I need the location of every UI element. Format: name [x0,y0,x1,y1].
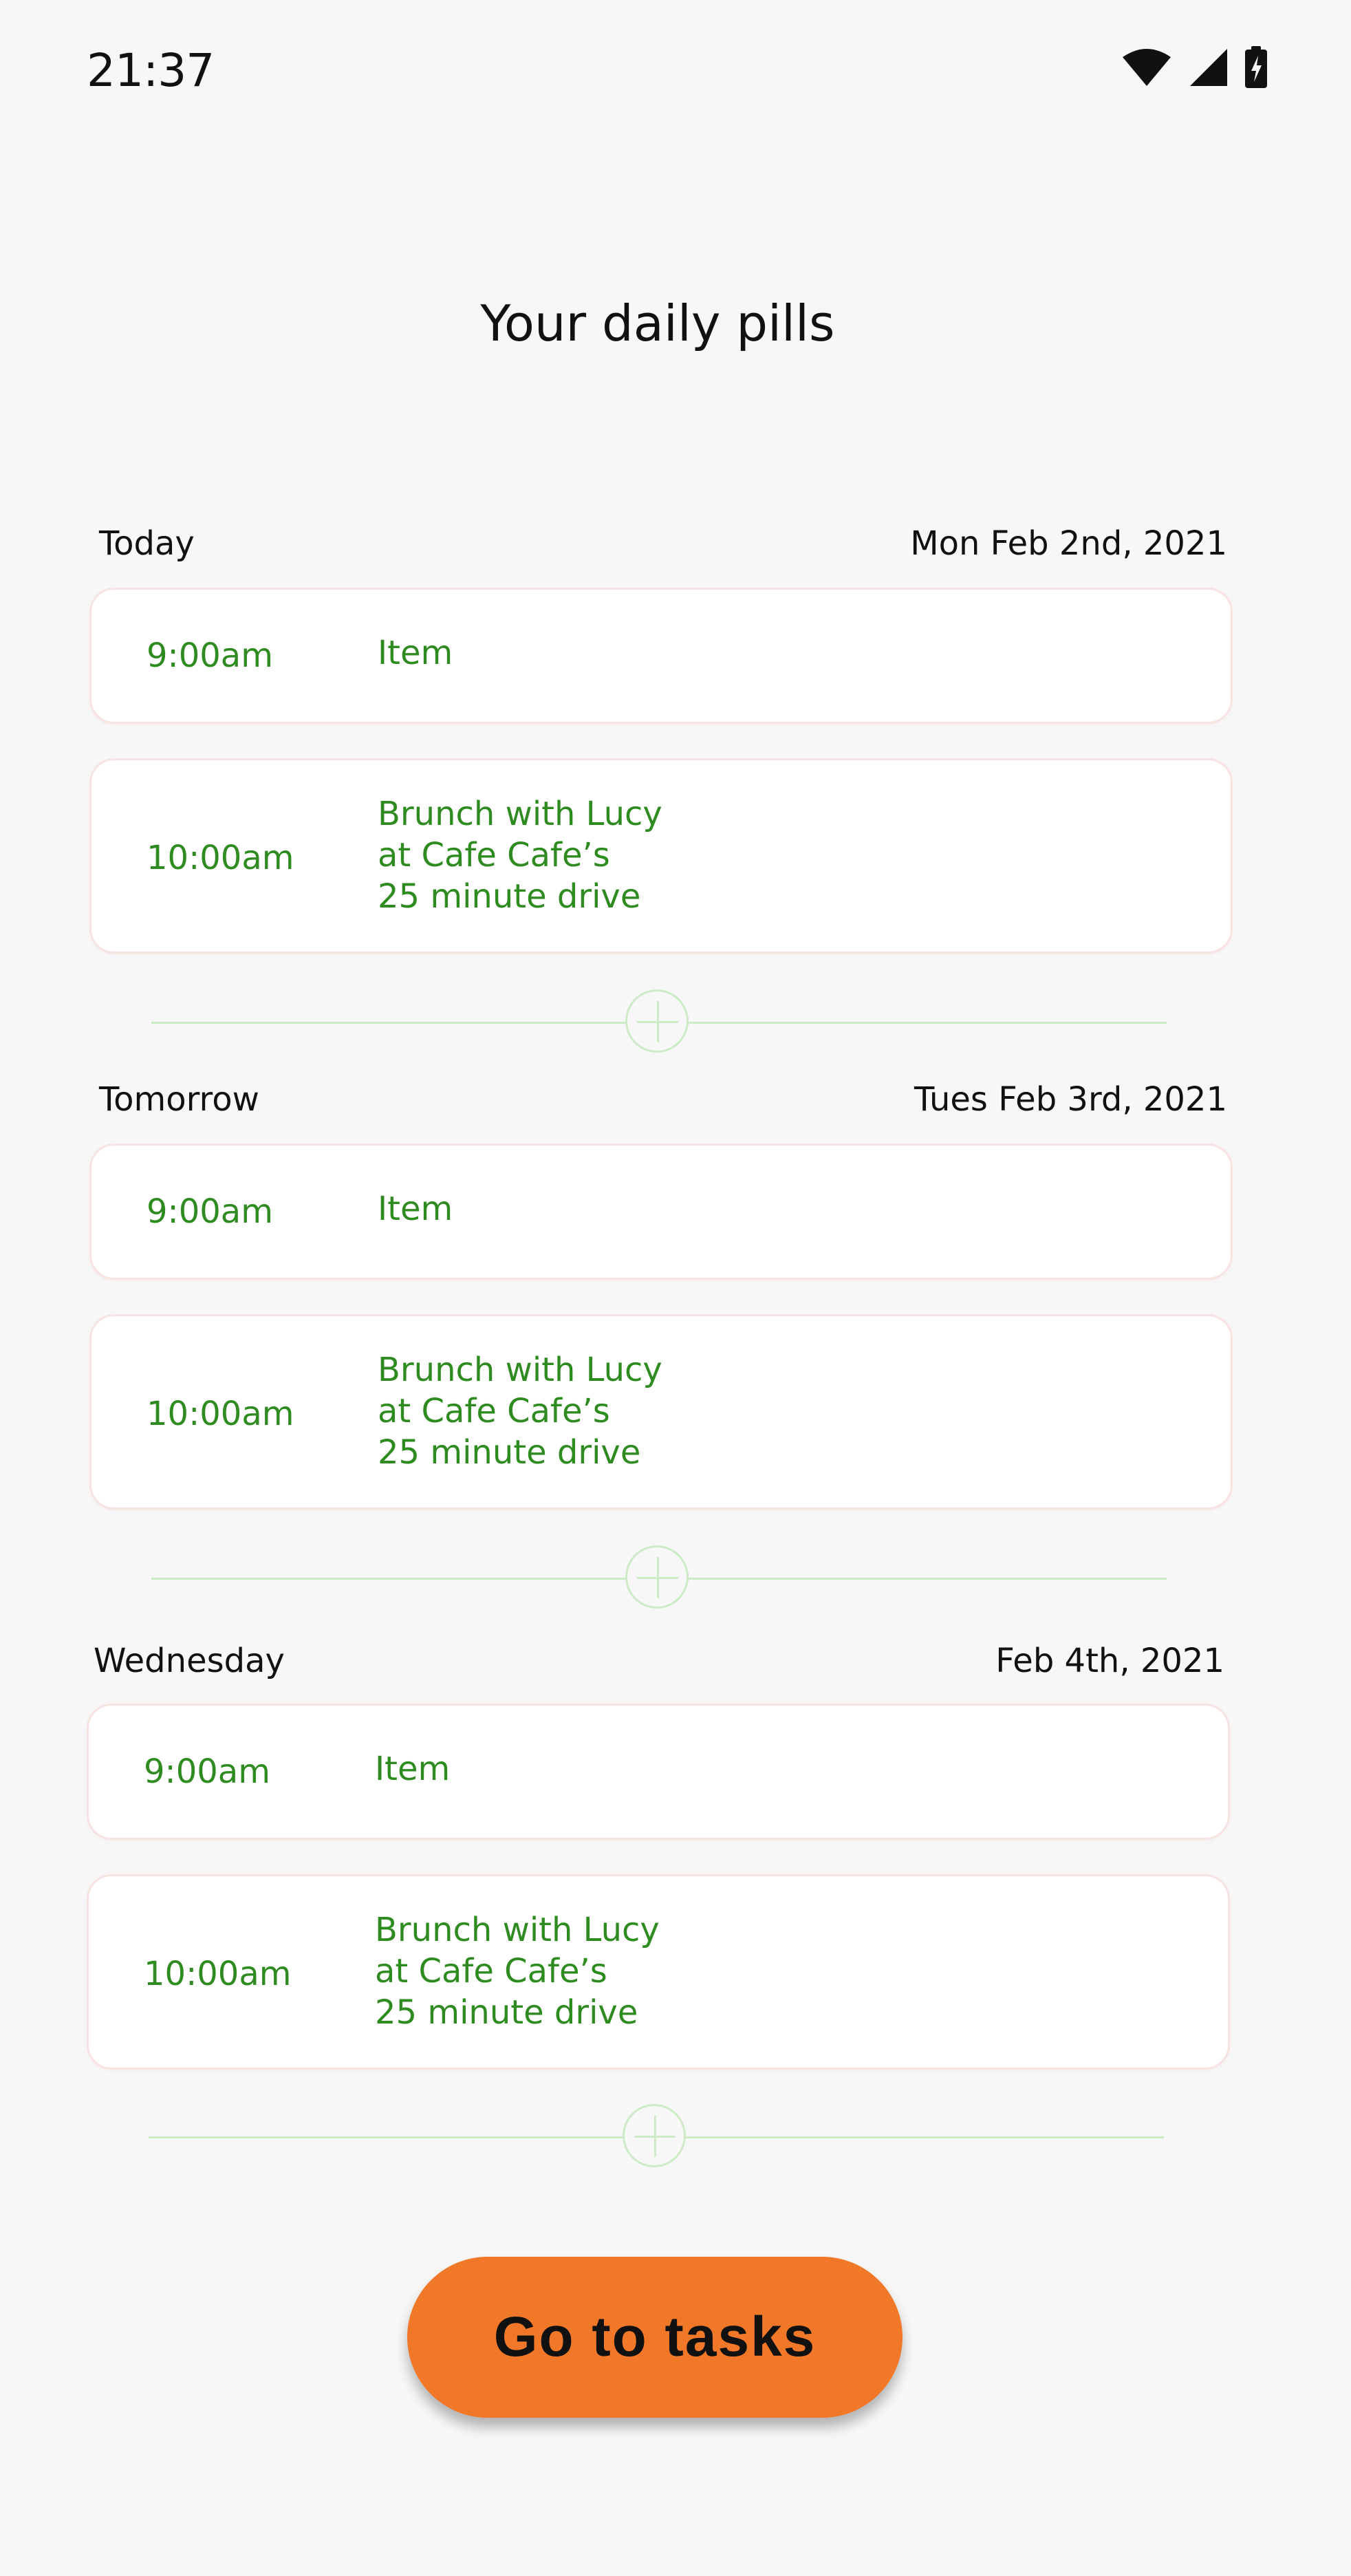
schedule-card[interactable]: 10:00am Brunch with Lucy at Cafe Cafe’s … [87,1874,1230,2070]
card-line: Item [378,1190,453,1228]
card-time: 9:00am [147,1192,273,1231]
go-to-tasks-button[interactable]: Go to tasks [407,2257,903,2418]
card-time: 9:00am [147,636,273,675]
card-description: Brunch with Lucy at Cafe Cafe’s 25 minut… [378,793,662,917]
battery-charging-icon [1244,46,1268,92]
card-line: 25 minute drive [378,877,641,916]
schedule-card[interactable]: 9:00am Item [87,1704,1230,1840]
card-time: 10:00am [144,1955,292,1993]
card-line: Item [375,1750,451,1788]
card-description: Item [375,1748,450,1790]
status-bar: 21:37 [0,0,1351,138]
page-title: Your daily pills [480,294,835,352]
schedule-card[interactable]: 10:00am Brunch with Lucy at Cafe Cafe’s … [89,1314,1233,1510]
card-line: Item [378,634,453,672]
add-item-button[interactable] [625,1545,689,1609]
day-date: Tues Feb 3rd, 2021 [914,1080,1227,1119]
add-item-row [151,1544,1167,1613]
card-line: 25 minute drive [375,1993,638,2032]
add-item-row [151,988,1167,1057]
day-date: Mon Feb 2nd, 2021 [910,524,1227,563]
card-time: 10:00am [147,1395,294,1433]
day-label: Tomorrow [99,1080,259,1119]
card-line: at Cafe Cafe’s [378,836,610,874]
card-description: Brunch with Lucy at Cafe Cafe’s 25 minut… [378,1349,662,1473]
schedule-card[interactable]: 9:00am Item [89,1144,1233,1280]
card-line: Brunch with Lucy [378,1351,662,1389]
card-line: Brunch with Lucy [378,795,662,833]
day-header: Wednesday Feb 4th, 2021 [87,1633,1229,1688]
day-section-tomorrow: Tomorrow Tues Feb 3rd, 2021 9:00am Item … [89,1072,1233,1609]
day-section-wednesday: Wednesday Feb 4th, 2021 9:00am Item 10:0… [87,1633,1230,2167]
card-line: at Cafe Cafe’s [378,1392,610,1430]
add-item-button[interactable] [623,2104,686,2167]
day-label: Wednesday [94,1642,285,1680]
card-description: Item [378,1188,453,1230]
status-time: 21:37 [87,44,215,97]
status-icons [1121,46,1268,92]
card-time: 9:00am [144,1752,270,1791]
day-label: Today [99,524,195,563]
card-line: Brunch with Lucy [375,1911,660,1949]
card-line: 25 minute drive [378,1433,641,1472]
card-description: Item [378,632,453,674]
schedule-card[interactable]: 10:00am Brunch with Lucy at Cafe Cafe’s … [89,758,1233,954]
day-header: Today Mon Feb 2nd, 2021 [89,516,1231,571]
day-section-today: Today Mon Feb 2nd, 2021 9:00am Item 10:0… [89,516,1233,1053]
day-header: Tomorrow Tues Feb 3rd, 2021 [89,1072,1231,1127]
schedule-card[interactable]: 9:00am Item [89,588,1233,724]
wifi-icon [1121,47,1172,90]
add-item-row [149,2103,1164,2171]
card-line: at Cafe Cafe’s [375,1952,607,1990]
card-time: 10:00am [147,839,294,877]
card-description: Brunch with Lucy at Cafe Cafe’s 25 minut… [375,1909,660,2033]
add-item-button[interactable] [625,989,689,1053]
day-date: Feb 4th, 2021 [995,1642,1224,1680]
cell-signal-icon [1187,47,1229,90]
